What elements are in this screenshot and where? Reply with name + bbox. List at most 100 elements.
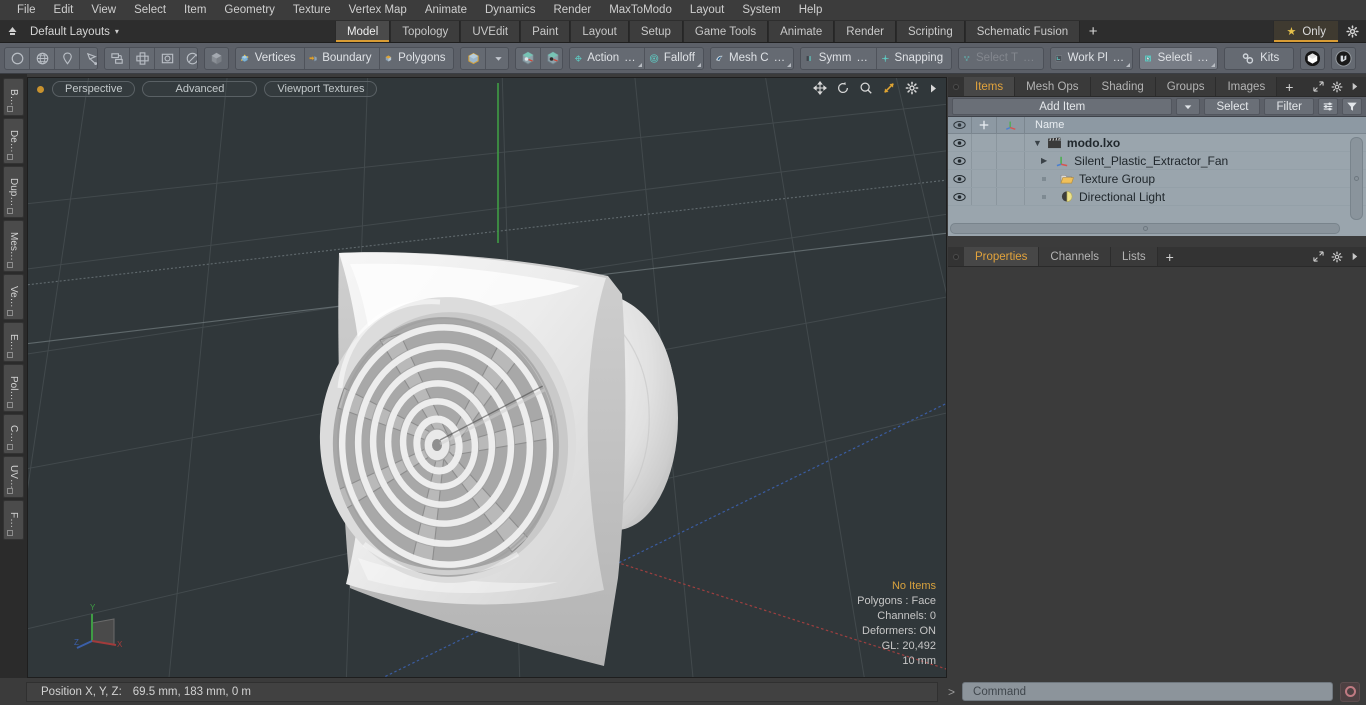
- viewport-shading-chip[interactable]: Advanced: [142, 81, 258, 97]
- menu-item-system[interactable]: System: [733, 1, 789, 20]
- column-move-icon[interactable]: [972, 117, 997, 133]
- tab-shading[interactable]: Shading: [1090, 77, 1156, 96]
- left-tab-duplicate[interactable]: Dup…: [3, 166, 24, 218]
- left-tab-vertex[interactable]: Ve…: [3, 274, 24, 320]
- row-lock-cell[interactable]: [972, 134, 997, 151]
- element-circle-icon[interactable]: [180, 48, 198, 69]
- symmetry-button[interactable]: Symm …: [801, 47, 877, 69]
- snap-tool-a-icon[interactable]: [516, 47, 541, 69]
- only-toggle-button[interactable]: ★ Only: [1273, 21, 1338, 42]
- tab-uvedit[interactable]: UVEdit: [460, 21, 521, 42]
- tab-mesh-ops[interactable]: Mesh Ops: [1015, 77, 1091, 96]
- items-mode-icon[interactable]: [204, 46, 230, 70]
- lasso-select-icon[interactable]: [55, 47, 80, 69]
- axis-gizmo[interactable]: Y X Z: [74, 601, 134, 659]
- menu-item-maxtomodo[interactable]: MaxToModo: [600, 1, 681, 20]
- expander-right-icon[interactable]: ▶: [1041, 156, 1047, 165]
- element-center-icon[interactable]: [130, 47, 156, 69]
- cube-mode-icon[interactable]: [461, 47, 487, 69]
- expand-icon[interactable]: [1313, 251, 1324, 262]
- tree-vertical-scrollbar[interactable]: [1350, 137, 1363, 220]
- rotate-icon[interactable]: [836, 81, 850, 95]
- globe-select-icon[interactable]: [30, 47, 55, 69]
- row-axis-cell[interactable]: [997, 134, 1025, 151]
- tree-item-directional-light[interactable]: Directional Light: [1025, 188, 1366, 205]
- menu-item-help[interactable]: Help: [790, 1, 832, 20]
- gear-icon[interactable]: [1331, 251, 1343, 263]
- item-tree[interactable]: Name ▼ modo.lxo ▶ Silent_Plastic_Extract…: [948, 117, 1366, 236]
- tab-paint[interactable]: Paint: [520, 21, 571, 42]
- selection-set-button[interactable]: Selecti …: [1140, 47, 1217, 69]
- funnel-icon[interactable]: [1342, 98, 1362, 115]
- items-panel-menu-dot[interactable]: [948, 77, 964, 96]
- tab-properties[interactable]: Properties: [964, 247, 1040, 266]
- mesh-constraint-button[interactable]: Mesh C …: [711, 48, 793, 69]
- left-tab-edge[interactable]: E…: [3, 322, 24, 362]
- gear-icon[interactable]: [1331, 81, 1343, 93]
- tab-scripting[interactable]: Scripting: [895, 21, 965, 42]
- home-up-icon[interactable]: [0, 21, 24, 42]
- properties-panel-menu-dot[interactable]: [948, 247, 964, 266]
- left-tab-polygon[interactable]: Pol…: [3, 364, 24, 412]
- tab-items[interactable]: Items: [964, 77, 1016, 96]
- add-tab-button[interactable]: +: [1080, 21, 1107, 42]
- select-through-button[interactable]: Select T …: [959, 48, 1042, 69]
- work-plane-button[interactable]: Work Pl …: [1051, 48, 1133, 69]
- command-input[interactable]: Command: [962, 682, 1333, 701]
- element-box-icon[interactable]: [155, 47, 181, 69]
- row-axis-cell[interactable]: [997, 170, 1025, 187]
- cube-dropdown-caret[interactable]: [486, 48, 507, 69]
- menu-item-texture[interactable]: Texture: [284, 1, 340, 20]
- left-tab-curve[interactable]: C…: [3, 414, 24, 454]
- viewport-arrow-icon[interactable]: [928, 82, 938, 95]
- filter-button[interactable]: Filter: [1264, 98, 1314, 115]
- left-tab-fusion[interactable]: F…: [3, 500, 24, 540]
- polygons-button[interactable]: Polygons: [380, 48, 453, 69]
- properties-add-tab-button[interactable]: +: [1157, 247, 1182, 266]
- tab-layout[interactable]: Layout: [570, 21, 629, 42]
- tab-groups[interactable]: Groups: [1155, 77, 1217, 96]
- tree-item-texture-group[interactable]: Texture Group: [1025, 170, 1366, 187]
- row-axis-cell[interactable]: [997, 188, 1025, 205]
- column-axis-icon[interactable]: [997, 117, 1025, 133]
- tab-lists[interactable]: Lists: [1111, 247, 1158, 266]
- add-item-button[interactable]: Add Item: [952, 98, 1173, 115]
- paint-select-icon[interactable]: [80, 48, 98, 69]
- snap-tool-b-icon[interactable]: [541, 48, 562, 69]
- tree-horizontal-scrollbar[interactable]: [950, 223, 1340, 234]
- action-center-button[interactable]: Action …: [570, 47, 645, 69]
- snapping-button[interactable]: Snapping: [877, 48, 951, 69]
- add-item-caret-icon[interactable]: [1176, 98, 1201, 115]
- left-tab-mesh-edit[interactable]: Mes…: [3, 220, 24, 272]
- row-visibility-toggle[interactable]: [948, 188, 972, 205]
- select-button[interactable]: Select: [1204, 98, 1261, 115]
- element-move-icon[interactable]: [105, 47, 131, 69]
- row-visibility-toggle[interactable]: [948, 152, 972, 169]
- menu-item-dynamics[interactable]: Dynamics: [476, 1, 544, 20]
- panel-divider[interactable]: [948, 236, 1366, 247]
- tab-schematic-fusion[interactable]: Schematic Fusion: [964, 21, 1081, 42]
- tab-topology[interactable]: Topology: [390, 21, 461, 42]
- expand-icon[interactable]: [1313, 81, 1324, 92]
- table-row[interactable]: ▼ modo.lxo: [948, 134, 1366, 152]
- 3d-viewport[interactable]: Perspective Advanced Viewport Textures N…: [27, 77, 947, 678]
- kits-button[interactable]: Kits: [1225, 48, 1293, 69]
- list-options-icon[interactable]: [1318, 98, 1338, 115]
- table-row[interactable]: Texture Group: [948, 170, 1366, 188]
- left-tab-uv[interactable]: UV…: [3, 456, 24, 498]
- menu-item-vertex-map[interactable]: Vertex Map: [340, 1, 416, 20]
- row-visibility-toggle[interactable]: [948, 170, 972, 187]
- unreal-bridge-icon[interactable]: [1330, 46, 1356, 70]
- menu-item-select[interactable]: Select: [125, 1, 175, 20]
- row-lock-cell[interactable]: [972, 170, 997, 187]
- menu-item-render[interactable]: Render: [544, 1, 600, 20]
- tab-animate[interactable]: Animate: [768, 21, 835, 42]
- row-axis-cell[interactable]: [997, 152, 1025, 169]
- tab-model[interactable]: Model: [334, 21, 391, 42]
- circle-select-icon[interactable]: [5, 47, 30, 69]
- menu-item-view[interactable]: View: [82, 1, 125, 20]
- boundary-button[interactable]: Boundary: [305, 47, 381, 69]
- pan-icon[interactable]: [813, 81, 827, 95]
- tree-item-scene[interactable]: ▼ modo.lxo: [1025, 134, 1366, 151]
- column-eye-icon[interactable]: [948, 117, 972, 133]
